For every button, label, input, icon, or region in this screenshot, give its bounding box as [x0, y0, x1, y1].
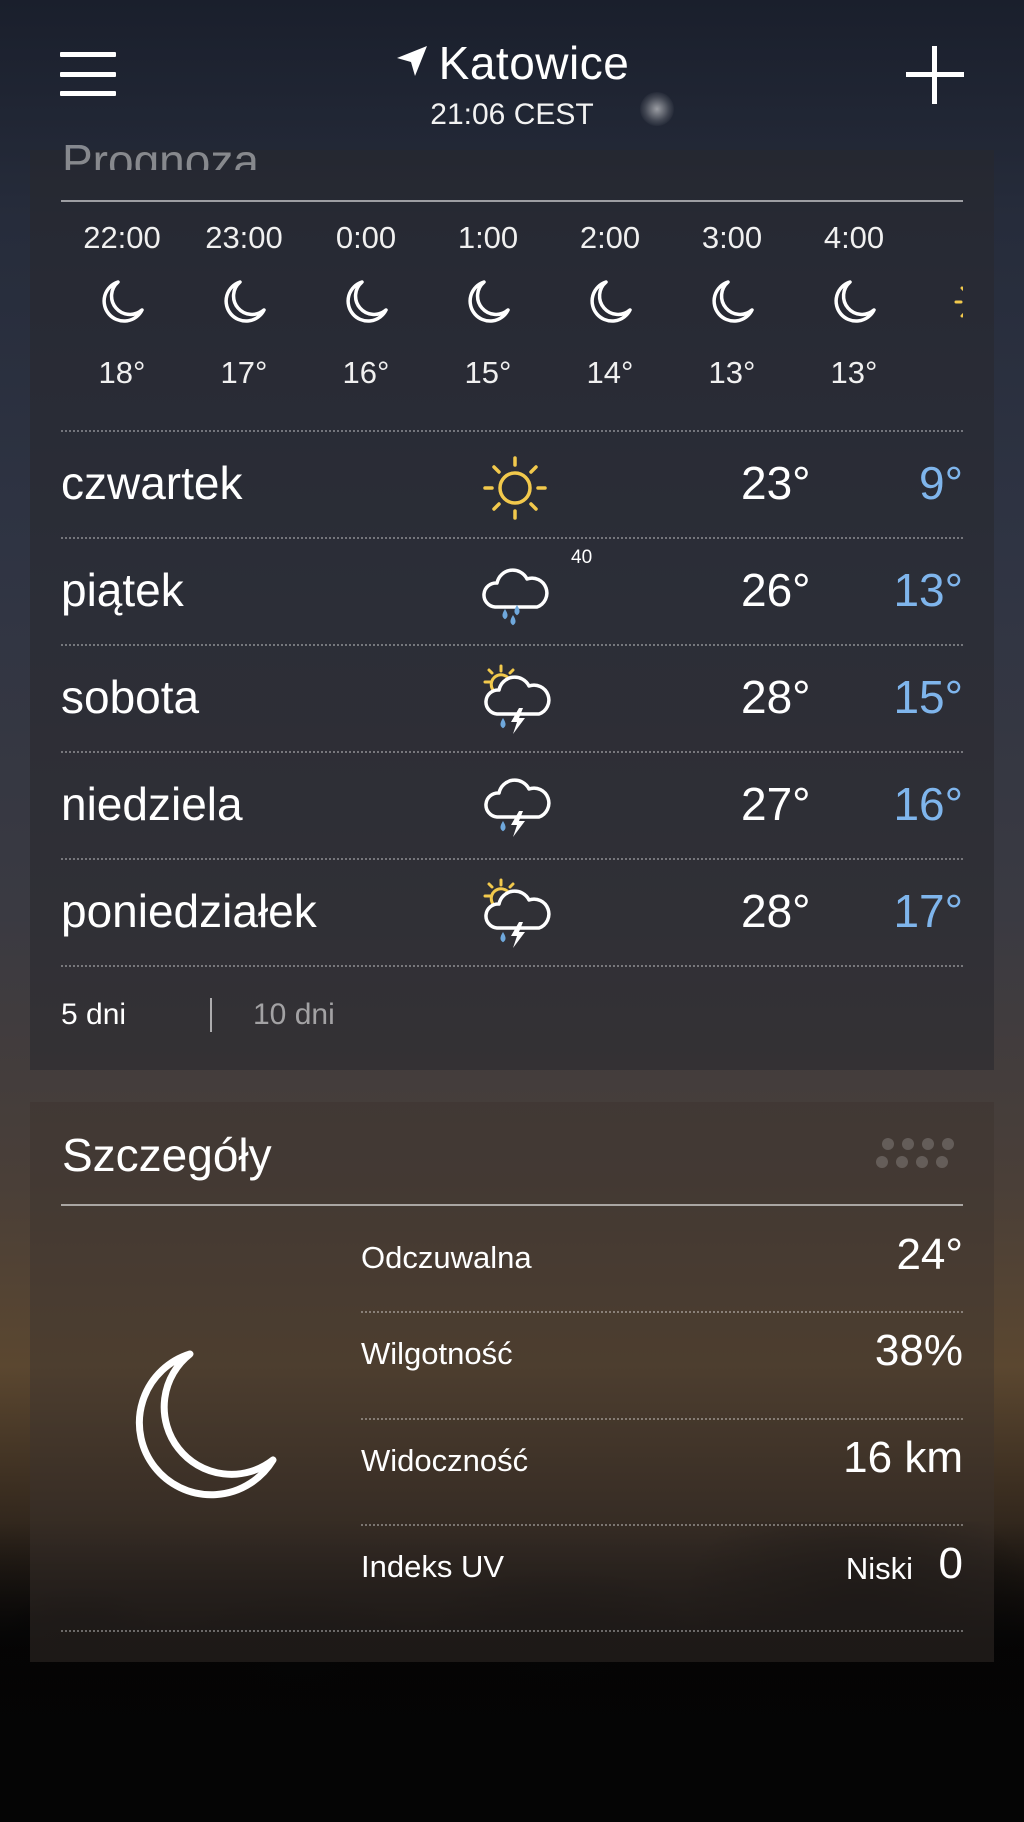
sun-icon: [483, 456, 547, 520]
daily-row[interactable]: sobota 28° 15°: [61, 646, 963, 753]
hour-time: 1:00: [457, 220, 519, 255]
rain-cloud-icon: [482, 568, 549, 626]
hour-temp: 1: [915, 355, 963, 391]
day-name: sobota: [61, 671, 200, 723]
divider: [61, 200, 963, 202]
moon-icon: [834, 280, 876, 323]
uv-index-label: Indeks UV: [361, 1549, 505, 1584]
hour-temp: 15°: [464, 355, 512, 390]
hour-time: 4:00: [823, 220, 885, 255]
feels-like-value: 24°: [896, 1230, 963, 1279]
day-name: czwartek: [61, 457, 243, 509]
uv-index-row: Indeks UV Niski 0: [361, 1521, 963, 1626]
feels-like-row: Odczuwalna 24°: [361, 1212, 963, 1317]
visibility-label: Widoczność: [361, 1443, 529, 1478]
visibility-value: 16 km: [843, 1433, 963, 1482]
low-temp: 9°: [919, 457, 963, 509]
precip-chance: 40: [571, 547, 593, 568]
moon-icon: [590, 280, 632, 323]
tab-5-days[interactable]: 5 dni: [61, 998, 126, 1032]
day-name: niedziela: [61, 778, 243, 830]
menu-icon-bar: [60, 72, 116, 77]
moon-icon: [346, 280, 388, 323]
menu-icon-bar: [60, 91, 116, 96]
location-arrow-icon: [396, 45, 427, 76]
hourly-item: 2:00 14°: [549, 220, 671, 391]
hour-time: 3:00: [701, 220, 763, 255]
low-temp: 17°: [893, 885, 963, 937]
tab-10-days[interactable]: 10 dni: [253, 998, 335, 1032]
hour-temp: 14°: [586, 355, 634, 390]
city-name: Katowice: [438, 37, 630, 89]
dots-icon: [876, 1138, 954, 1168]
hourly-item: 0:00 16°: [305, 220, 427, 391]
humidity-row: Wilgotność 38%: [361, 1308, 963, 1413]
location-title[interactable]: Katowice 21:06 CEST: [312, 36, 712, 132]
forecast-title: Prognoza: [62, 135, 259, 170]
sun-thunderstorm-icon: [483, 878, 551, 948]
daily-row[interactable]: niedziela 27° 16°: [61, 753, 963, 860]
hour-temp: 13°: [830, 355, 878, 390]
daily-row[interactable]: poniedziałek 28° 17°: [61, 860, 963, 967]
hour-temp: 18°: [98, 355, 146, 390]
day-name: piątek: [61, 564, 184, 616]
menu-button[interactable]: [60, 52, 116, 96]
details-card: Szczegóły Odczuwalna 24° Wilgotność 38% …: [30, 1102, 994, 1662]
forecast-card: Prognoza 22:00 18° 23:00 17° 0:00 16° 1:…: [30, 135, 994, 1070]
hourly-item: 5 1: [915, 220, 963, 391]
hour-time: 0:00: [335, 220, 397, 255]
hour-time: 5: [915, 220, 963, 256]
sun-icon: [954, 286, 963, 318]
hour-temp: 16°: [342, 355, 390, 390]
hourly-item: 4:00 13°: [793, 220, 915, 391]
day-name: poniedziałek: [61, 885, 317, 937]
moon-icon: [102, 280, 144, 323]
moon-icon: [468, 280, 510, 323]
uv-index-value: 0: [938, 1539, 963, 1588]
details-title: Szczegóły: [62, 1129, 272, 1181]
add-location-button[interactable]: [906, 46, 964, 104]
moon-icon: [224, 280, 266, 323]
thunderstorm-icon: [484, 778, 551, 837]
divider: [61, 1630, 963, 1632]
hour-temp: 17°: [220, 355, 268, 390]
divider: [61, 965, 963, 967]
forecast-range-tabs: 5 dni 10 dni: [61, 998, 561, 1048]
hour-time: 2:00: [579, 220, 641, 255]
hour-temp: 13°: [708, 355, 756, 390]
low-temp: 13°: [893, 564, 963, 616]
humidity-label: Wilgotność: [361, 1336, 513, 1371]
visibility-row: Widoczność 16 km: [361, 1415, 963, 1520]
sun-thunderstorm-icon: [483, 664, 551, 734]
app-header: Katowice 21:06 CEST: [0, 0, 1024, 150]
moon-icon: [135, 1350, 277, 1499]
hourly-item: 3:00 13°: [671, 220, 793, 391]
daily-row[interactable]: czwartek 23° 9°: [61, 432, 963, 539]
hour-time: 22:00: [83, 220, 161, 255]
hourly-item: 1:00 15°: [427, 220, 549, 391]
low-temp: 16°: [893, 778, 963, 830]
hourly-item: 22:00 18°: [61, 220, 183, 391]
menu-icon: [60, 52, 116, 57]
uv-level: Niski: [845, 1551, 913, 1586]
local-time: 21:06 CEST: [430, 98, 594, 131]
moon-icon: [712, 280, 754, 323]
daily-row[interactable]: piątek 40 26° 13°: [61, 539, 963, 646]
hourly-item: 23:00 17°: [183, 220, 305, 391]
feels-like-label: Odczuwalna: [361, 1240, 532, 1275]
low-temp: 15°: [893, 671, 963, 723]
tab-separator: [210, 998, 212, 1032]
humidity-value: 38%: [874, 1326, 963, 1375]
hour-time: 23:00: [205, 220, 283, 255]
divider: [61, 1204, 963, 1206]
hourly-forecast[interactable]: 22:00 18° 23:00 17° 0:00 16° 1:00 15° 2:…: [61, 220, 963, 460]
